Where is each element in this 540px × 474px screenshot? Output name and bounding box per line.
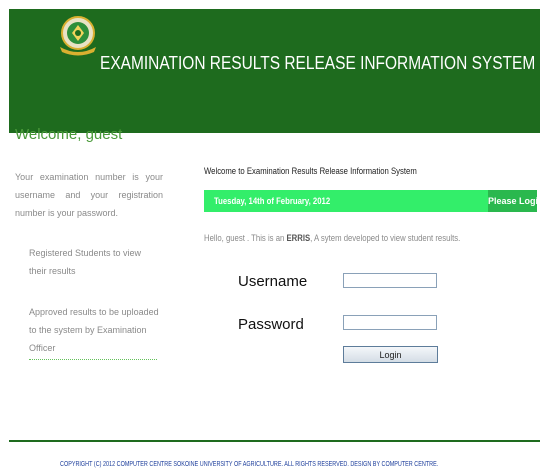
sidebar-divider — [29, 359, 157, 360]
date-bar: Tuesday, 14th of February, 2012 Please L… — [204, 190, 540, 212]
sidebar-item-registered-students: Registered Students to view their result… — [29, 248, 142, 276]
hello-prefix: Hello, guest . This is an — [204, 233, 285, 243]
password-label: Password — [238, 316, 304, 333]
footer-copyright: COPYRIGHT (C) 2012 COMPUTER CENTRE SOKOI… — [60, 461, 439, 468]
hello-message: Hello, guest . This is an ERRIS, A sytem… — [204, 233, 460, 243]
app-title: EXAMINATION RESULTS RELEASE INFORMATION … — [100, 53, 536, 73]
current-date: Tuesday, 14th of February, 2012 — [214, 196, 331, 206]
password-input[interactable] — [343, 315, 437, 330]
login-button[interactable]: Login — [343, 346, 438, 363]
sidebar-item-approved-results: Approved results to be uploaded to the s… — [29, 307, 159, 353]
footer-divider — [9, 440, 540, 442]
university-crest-icon — [60, 16, 96, 56]
header-banner: EXAMINATION RESULTS RELEASE INFORMATION … — [9, 9, 540, 133]
username-label: Username — [238, 273, 308, 290]
please-login-label: Please Login — [488, 190, 540, 212]
sidebar-intro: Your examination number is your username… — [15, 172, 163, 218]
welcome-heading: Welcome, guest — [15, 126, 123, 143]
hello-suffix: , A sytem developed to view student resu… — [310, 233, 461, 243]
hello-acronym: ERRIS — [286, 233, 311, 243]
username-input[interactable] — [343, 273, 437, 288]
welcome-message: Welcome to Examination Results Release I… — [204, 166, 417, 176]
